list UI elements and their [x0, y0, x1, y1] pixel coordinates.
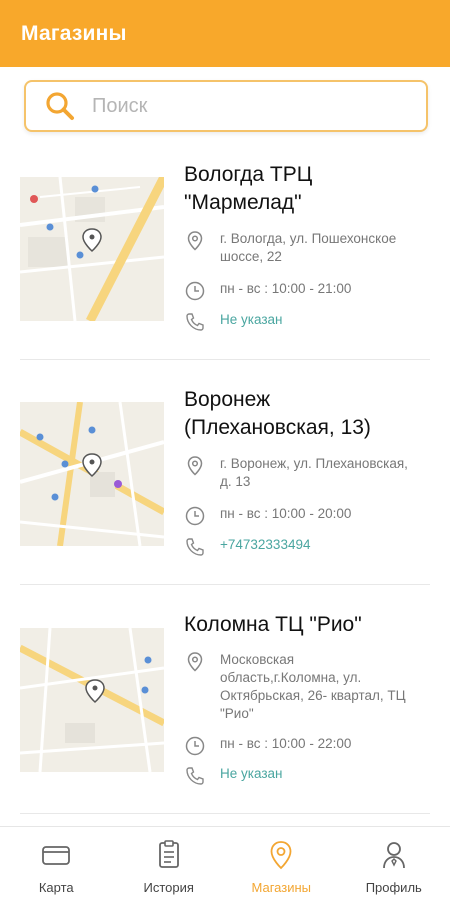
- nav-label: История: [143, 880, 194, 895]
- nav-item-profile[interactable]: Профиль: [338, 827, 450, 900]
- address-line: "Рио": [220, 706, 254, 721]
- store-name-line: (Плехановская, 13): [184, 416, 371, 439]
- address-text: Московская область,г.Коломна, ул. Октябр…: [220, 651, 406, 723]
- address-line: г. Воронеж, ул. Плехановская,: [220, 456, 408, 471]
- search-box[interactable]: [24, 80, 428, 132]
- store-name: Вологда ТРЦ "Мармелад": [184, 161, 434, 217]
- search-icon: [46, 92, 74, 120]
- map-image: [20, 628, 164, 772]
- store-hours: пн - вс : 10:00 - 21:00: [184, 280, 434, 302]
- store-hours: пн - вс : 10:00 - 20:00: [184, 505, 434, 527]
- nav-label: Магазины: [251, 880, 312, 895]
- address-line: Московская: [220, 652, 295, 667]
- location-pin-icon: [187, 231, 203, 251]
- stores-icon: [270, 841, 292, 870]
- phone-link[interactable]: Не указан: [220, 311, 282, 329]
- nav-item-stores[interactable]: Магазины: [225, 827, 338, 900]
- store-phone[interactable]: Не указан: [184, 311, 434, 333]
- store-hours: пн - вс : 10:00 - 22:00: [184, 735, 434, 757]
- hours-text: пн - вс : 10:00 - 22:00: [220, 736, 352, 751]
- clock-icon: [185, 736, 205, 756]
- address-text: г. Вологда, ул. Пошехонское шоссе, 22: [220, 230, 396, 266]
- address-line: шоссе, 22: [220, 249, 282, 264]
- store-address: г. Вологда, ул. Пошехонское шоссе, 22: [184, 230, 434, 266]
- store-phone[interactable]: +74732333494: [184, 536, 434, 558]
- phone-icon: [186, 313, 204, 331]
- divider: [20, 813, 430, 814]
- app: Магазины Поиск Вологда ТРЦ "Мармелад" г.…: [0, 0, 450, 900]
- phone-icon: [186, 767, 204, 785]
- nav-label: Карта: [38, 880, 74, 895]
- store-name: Воронеж (Плехановская, 13): [184, 386, 434, 442]
- address-line: область,г.Коломна, ул.: [220, 670, 362, 685]
- nav-label: Профиль: [365, 880, 422, 895]
- divider: [20, 359, 430, 360]
- address-text: г. Воронеж, ул. Плехановская, д. 13: [220, 455, 408, 491]
- map-image: [20, 177, 164, 321]
- store-map-thumbnail[interactable]: [20, 177, 164, 321]
- location-pin-icon: [187, 456, 203, 476]
- clock-icon: [185, 281, 205, 301]
- store-phone[interactable]: Не указан: [184, 765, 434, 787]
- history-icon: [158, 840, 179, 868]
- store-name-line: "Мармелад": [184, 191, 302, 214]
- store-map-thumbnail[interactable]: [20, 402, 164, 546]
- divider: [20, 584, 430, 585]
- nav-item-card[interactable]: Карта: [0, 827, 113, 900]
- hours-text: пн - вс : 10:00 - 20:00: [220, 506, 352, 521]
- address-line: г. Вологда, ул. Пошехонское: [220, 231, 397, 246]
- store-name: Коломна ТЦ "Рио": [184, 611, 434, 639]
- store-name-line: Вологда ТРЦ: [184, 163, 313, 186]
- store-address: Московская область,г.Коломна, ул. Октябр…: [184, 651, 434, 723]
- search-input[interactable]: [92, 94, 392, 118]
- phone-icon: [186, 538, 204, 556]
- hours-text: пн - вс : 10:00 - 21:00: [220, 281, 352, 296]
- store-address: г. Воронеж, ул. Плехановская, д. 13: [184, 455, 434, 491]
- store-name-line: Воронеж: [184, 388, 271, 411]
- store-name-line: Коломна ТЦ "Рио": [184, 613, 362, 636]
- app-header: Магазины: [0, 0, 450, 67]
- profile-icon: [382, 842, 405, 869]
- phone-link[interactable]: +74732333494: [220, 536, 310, 554]
- page-title: Магазины: [21, 21, 127, 45]
- location-pin-icon: [187, 652, 203, 672]
- card-icon: [42, 846, 71, 865]
- map-image: [20, 402, 164, 546]
- bottom-navigation: Карта История Магазины Профиль: [0, 826, 450, 900]
- nav-item-history[interactable]: История: [113, 827, 226, 900]
- address-line: Октябрьская, 26- квартал, ТЦ: [220, 688, 406, 703]
- store-map-thumbnail[interactable]: [20, 628, 164, 772]
- phone-link[interactable]: Не указан: [220, 765, 282, 783]
- address-line: д. 13: [220, 474, 251, 489]
- clock-icon: [185, 506, 205, 526]
